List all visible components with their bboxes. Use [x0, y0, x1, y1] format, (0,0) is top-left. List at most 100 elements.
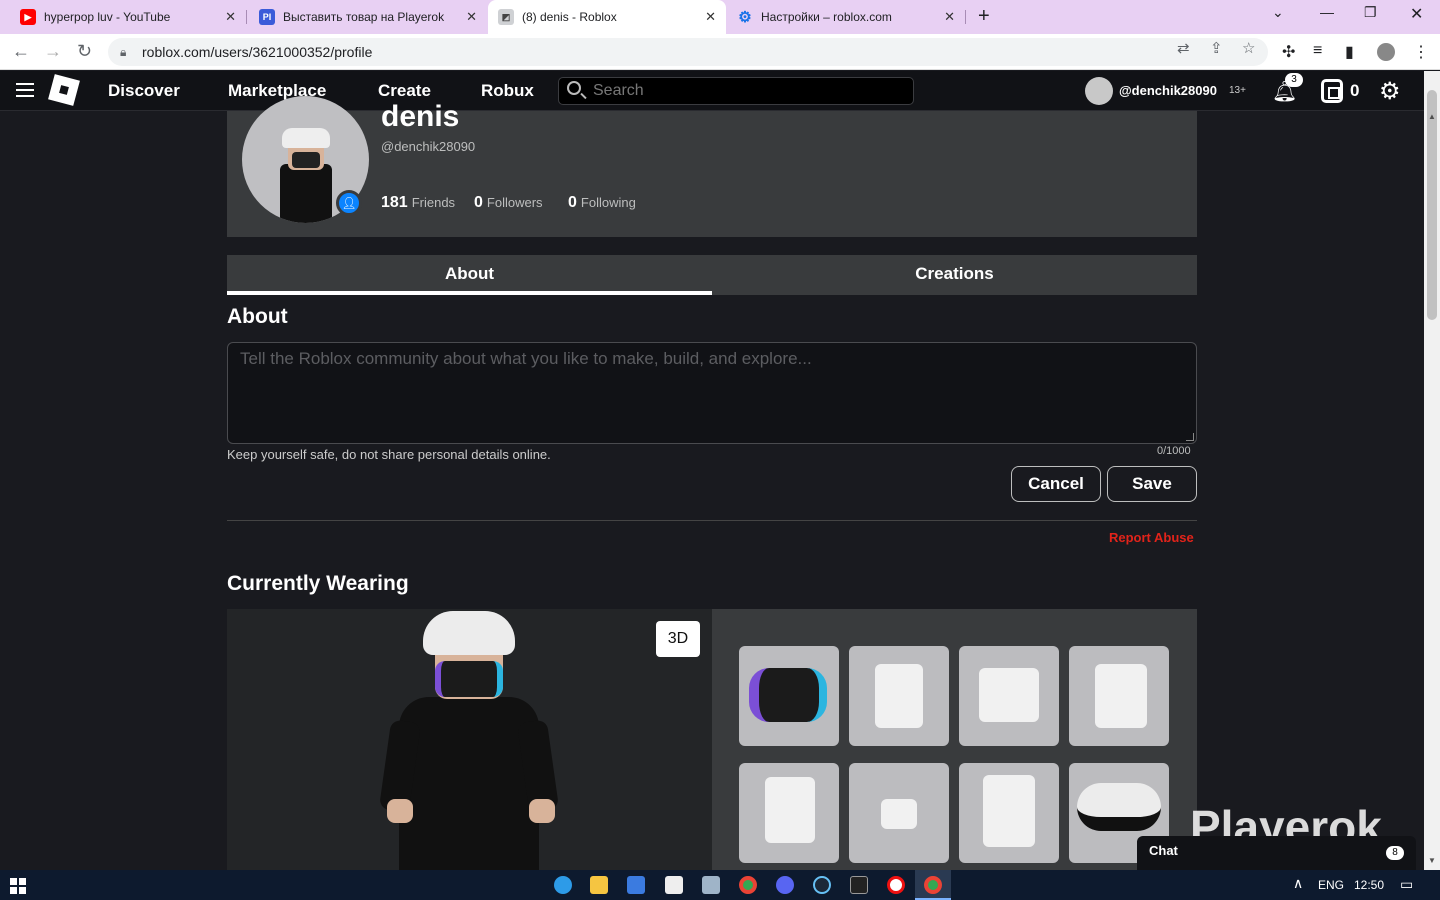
animation-thumbnail — [979, 668, 1039, 722]
minimize-button[interactable]: — — [1320, 4, 1334, 20]
report-abuse-link[interactable]: Report Abuse — [1109, 530, 1194, 545]
avatar-body — [280, 164, 332, 223]
close-icon[interactable]: ✕ — [705, 9, 716, 25]
nav-create[interactable]: Create — [378, 81, 431, 101]
user-avatar[interactable] — [1085, 77, 1113, 105]
notification-center-icon[interactable]: ▭ — [1400, 876, 1413, 893]
nav-discover[interactable]: Discover — [108, 81, 180, 101]
discord-icon[interactable] — [776, 876, 794, 894]
following-count: 0 — [568, 194, 577, 211]
close-icon[interactable]: ✕ — [466, 9, 477, 25]
file-explorer-icon[interactable] — [590, 876, 608, 894]
wearing-item-animation[interactable] — [849, 646, 949, 746]
wearing-item-animation[interactable] — [959, 646, 1059, 746]
followers-label: Followers — [486, 195, 543, 210]
tab-title: hyperpop luv - YouTube — [44, 10, 171, 24]
maximize-button[interactable]: ❐ — [1364, 4, 1377, 21]
playerok-icon: PI — [259, 9, 275, 25]
following-stat[interactable]: 0 Following — [568, 194, 636, 212]
roblox-logo-icon[interactable] — [48, 74, 80, 106]
avatar-hand-left — [387, 799, 413, 823]
robux-balance[interactable]: 0 — [1350, 81, 1359, 101]
wearing-item-animation[interactable] — [849, 763, 949, 863]
wearing-item-gas-mask[interactable] — [739, 646, 839, 746]
new-tab-button[interactable]: + — [978, 5, 990, 28]
tab-about[interactable]: About — [227, 255, 712, 295]
url-text: roblox.com/users/3621000352/profile — [142, 44, 373, 60]
settings-gear-icon[interactable]: ⚙ — [1379, 77, 1401, 106]
profile-header — [227, 111, 1197, 237]
bookmark-star-icon[interactable]: ☆ — [1242, 39, 1255, 57]
roblox-app-icon[interactable] — [702, 876, 720, 894]
mail-icon[interactable] — [665, 876, 683, 894]
tab-roblox-settings[interactable]: ⚙ Настройки – roblox.com ✕ — [727, 0, 965, 34]
tray-chevron-icon[interactable]: ∧ — [1293, 875, 1303, 892]
cancel-button[interactable]: Cancel — [1011, 466, 1101, 502]
age-badge: 13+ — [1229, 85, 1246, 96]
toggle-3d-button[interactable]: 3D — [656, 621, 700, 657]
close-icon[interactable]: ✕ — [225, 9, 236, 25]
menu-kebab-icon[interactable]: ⋮ — [1413, 42, 1429, 62]
avatar-hair — [423, 611, 515, 655]
currently-wearing-heading: Currently Wearing — [227, 572, 409, 595]
epic-games-icon[interactable] — [850, 876, 868, 894]
chrome-icon[interactable] — [924, 876, 942, 894]
search-icon — [567, 81, 581, 95]
wearing-item-animation[interactable] — [739, 763, 839, 863]
friends-stat[interactable]: 181 Friends — [381, 194, 455, 212]
back-icon[interactable]: ← — [12, 41, 30, 62]
translate-icon[interactable]: ⇄ — [1177, 39, 1190, 57]
safety-hint: Keep yourself safe, do not share persona… — [227, 447, 551, 462]
windows-start-icon[interactable] — [10, 878, 26, 894]
clock[interactable]: 12:50 — [1354, 878, 1384, 892]
resize-grip-icon[interactable] — [1186, 433, 1194, 441]
chat-unread-badge: 8 — [1386, 846, 1404, 860]
language-indicator[interactable]: ENG — [1318, 878, 1344, 892]
close-window-button[interactable]: ✕ — [1410, 4, 1423, 24]
avatar-gas-mask — [435, 661, 503, 697]
edge-icon[interactable] — [554, 876, 572, 894]
extensions-icon[interactable]: ✣ — [1282, 42, 1295, 62]
hamburger-menu-icon[interactable] — [16, 83, 34, 97]
scroll-down-arrow[interactable]: ▼ — [1428, 856, 1436, 865]
tab-title: (8) denis - Roblox — [522, 10, 617, 24]
profile-avatar-icon[interactable] — [1377, 43, 1395, 61]
about-textarea[interactable]: Tell the Roblox community about what you… — [227, 342, 1197, 444]
url-field[interactable]: 🔒︎ roblox.com/users/3621000352/profile — [108, 38, 1268, 66]
chat-label: Chat — [1149, 843, 1178, 858]
forward-icon[interactable]: → — [44, 41, 62, 62]
media-queue-icon[interactable]: ≡ — [1313, 42, 1322, 60]
tab-roblox-profile[interactable]: ◩ (8) denis - Roblox ✕ — [488, 0, 726, 34]
tab-youtube[interactable]: ▶ hyperpop luv - YouTube ✕ — [0, 0, 246, 34]
nav-robux[interactable]: Robux — [481, 81, 534, 101]
avatar-mask — [292, 152, 320, 168]
wearing-item-animation[interactable] — [1069, 646, 1169, 746]
chrome-icon[interactable] — [739, 876, 757, 894]
share-icon[interactable]: ⇪ — [1210, 39, 1223, 57]
scrollbar-thumb[interactable] — [1427, 90, 1437, 320]
animation-thumbnail — [1095, 664, 1147, 728]
steam-icon[interactable] — [813, 876, 831, 894]
animation-thumbnail — [875, 664, 923, 728]
scroll-up-arrow[interactable]: ▲ — [1428, 112, 1436, 121]
hair-thumbnail — [1077, 783, 1161, 831]
wearing-item-animation[interactable] — [959, 763, 1059, 863]
followers-stat[interactable]: 0 Followers — [474, 194, 543, 212]
tab-search-icon[interactable]: ⌄ — [1272, 4, 1284, 21]
avatar-torso — [399, 697, 539, 870]
sidebar-icon[interactable]: ▮ — [1345, 42, 1354, 62]
robux-icon[interactable] — [1321, 79, 1343, 103]
reload-icon[interactable]: ↻ — [77, 41, 92, 62]
avatar-preview[interactable] — [227, 609, 712, 870]
yandex-icon[interactable] — [887, 876, 905, 894]
save-button[interactable]: Save — [1107, 466, 1197, 502]
nav-username[interactable]: @denchik28090 — [1119, 83, 1217, 98]
store-icon[interactable] — [627, 876, 645, 894]
close-icon[interactable]: ✕ — [944, 9, 955, 25]
search-input[interactable]: Search — [558, 77, 914, 105]
tab-creations[interactable]: Creations — [712, 255, 1197, 295]
chat-bar[interactable]: Chat — [1137, 836, 1416, 870]
tab-playerok[interactable]: PI Выставить товар на Playerok ✕ — [247, 0, 487, 34]
search-placeholder: Search — [593, 82, 644, 99]
tab-separator — [965, 10, 966, 24]
